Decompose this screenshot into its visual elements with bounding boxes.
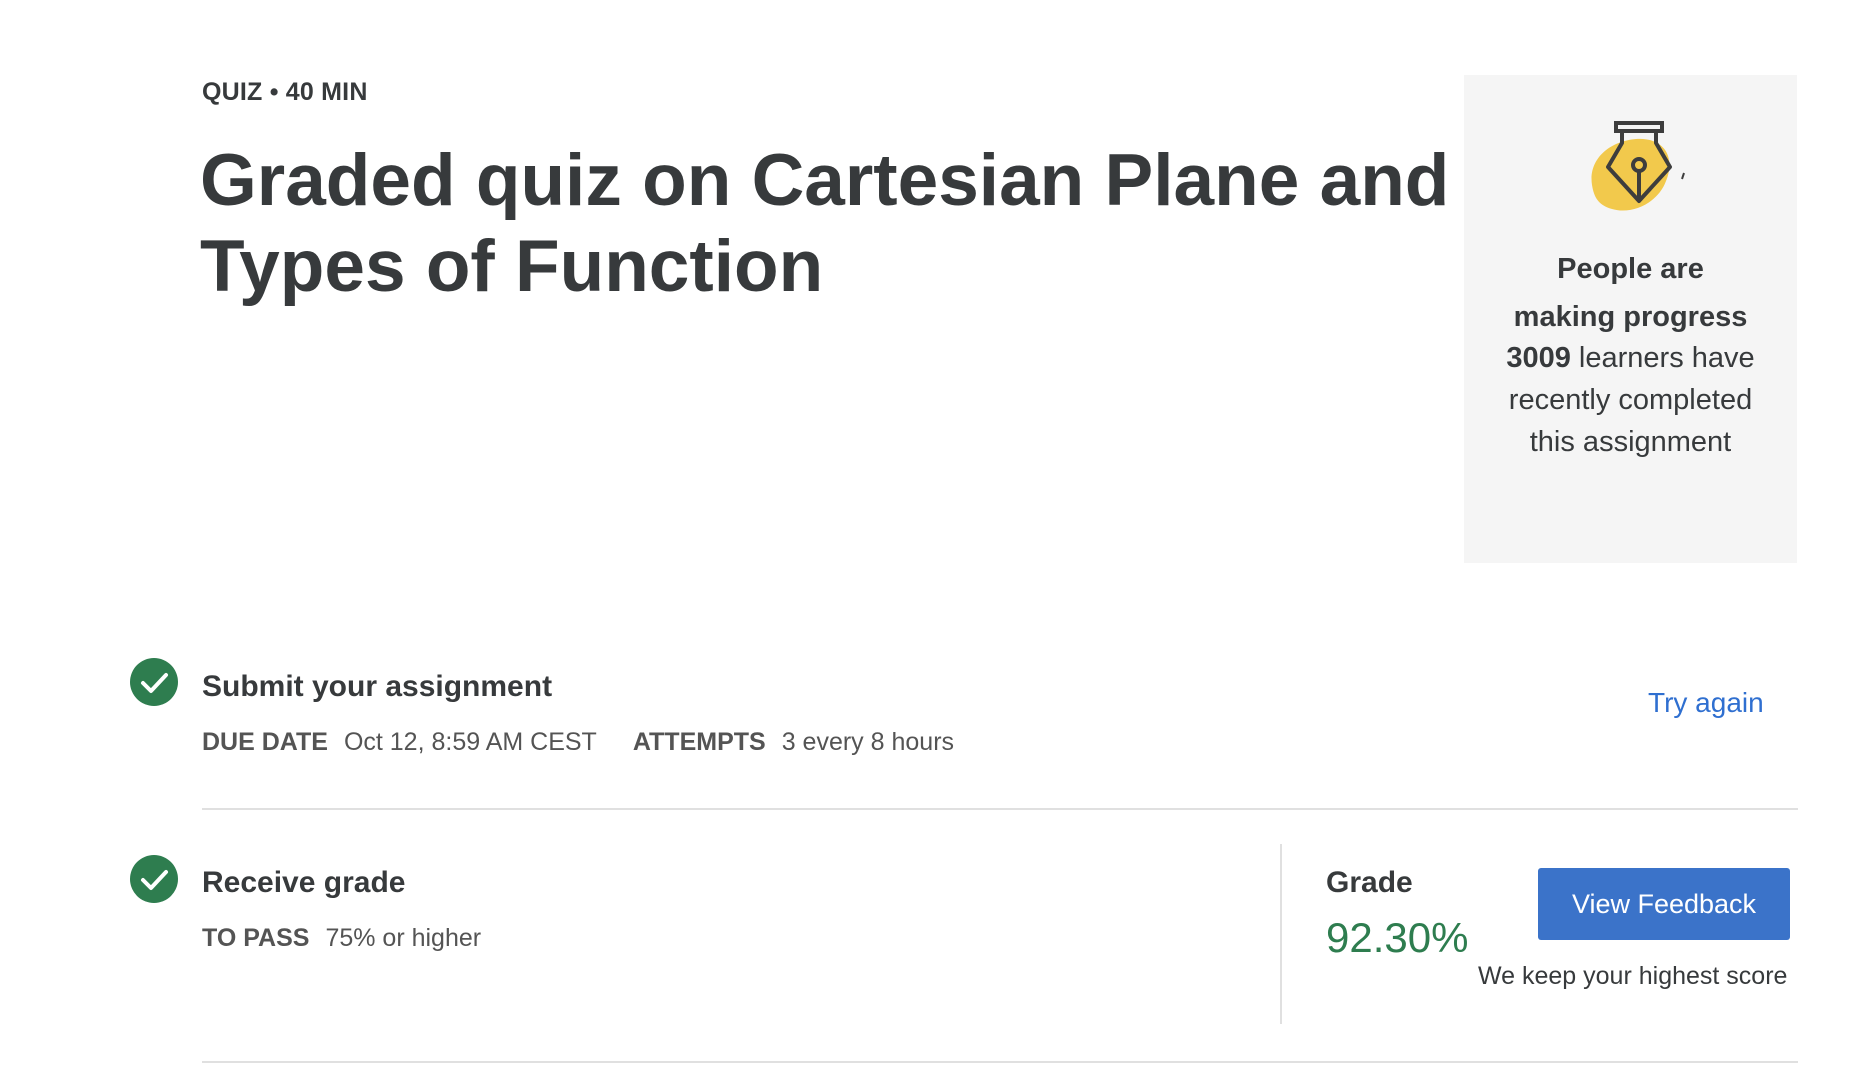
submit-complete-check-icon [130, 658, 178, 706]
pen-nib-icon [1591, 121, 1685, 211]
grade-step-meta: TO PASS 75% or higher [202, 924, 481, 953]
submit-step-title: Submit your assignment [202, 670, 553, 703]
grade-step-title: Receive grade [202, 866, 406, 899]
try-again-link[interactable]: Try again [1648, 687, 1764, 719]
item-meta: QUIZ • 40 MIN [202, 78, 368, 107]
bottom-divider [202, 1061, 1798, 1063]
item-type: QUIZ [202, 78, 263, 106]
grade-column-divider [1280, 844, 1282, 1024]
progress-body: 3009 learners have recently completed th… [1484, 337, 1777, 463]
attempts-value: 3 every 8 hours [781, 728, 955, 756]
page-title: Graded quiz on Cartesian Plane and Types… [200, 140, 1450, 307]
attempts-label: ATTEMPTS [632, 728, 766, 756]
assignment-page: QUIZ • 40 MIN Graded quiz on Cartesian P… [0, 0, 1860, 1088]
meta-separator: • [269, 78, 279, 106]
progress-heading-line1: People are [1557, 253, 1704, 285]
highest-score-note: We keep your highest score [1478, 962, 1788, 990]
submit-step-meta: DUE DATE Oct 12, 8:59 AM CEST ATTEMPTS 3 ev… [202, 728, 954, 757]
view-feedback-button[interactable]: View Feedback [1538, 868, 1790, 940]
to-pass-label: TO PASS [202, 924, 310, 952]
due-date-label: DUE DATE [202, 728, 328, 756]
to-pass-value: 75% or higher [325, 924, 482, 952]
learner-count: 3009 [1506, 342, 1571, 374]
due-date-value: Oct 12, 8:59 AM CEST [343, 728, 597, 756]
progress-card: People are making progress 3009 learners… [1464, 75, 1797, 563]
grade-complete-check-icon [130, 855, 178, 903]
progress-heading-line2: making progress [1513, 301, 1748, 333]
step-divider [202, 808, 1798, 810]
grade-value: 92.30% [1326, 914, 1469, 961]
item-duration: 40 MIN [285, 78, 368, 106]
progress-heading: People are making progress [1464, 245, 1797, 341]
grade-label: Grade [1326, 866, 1413, 899]
